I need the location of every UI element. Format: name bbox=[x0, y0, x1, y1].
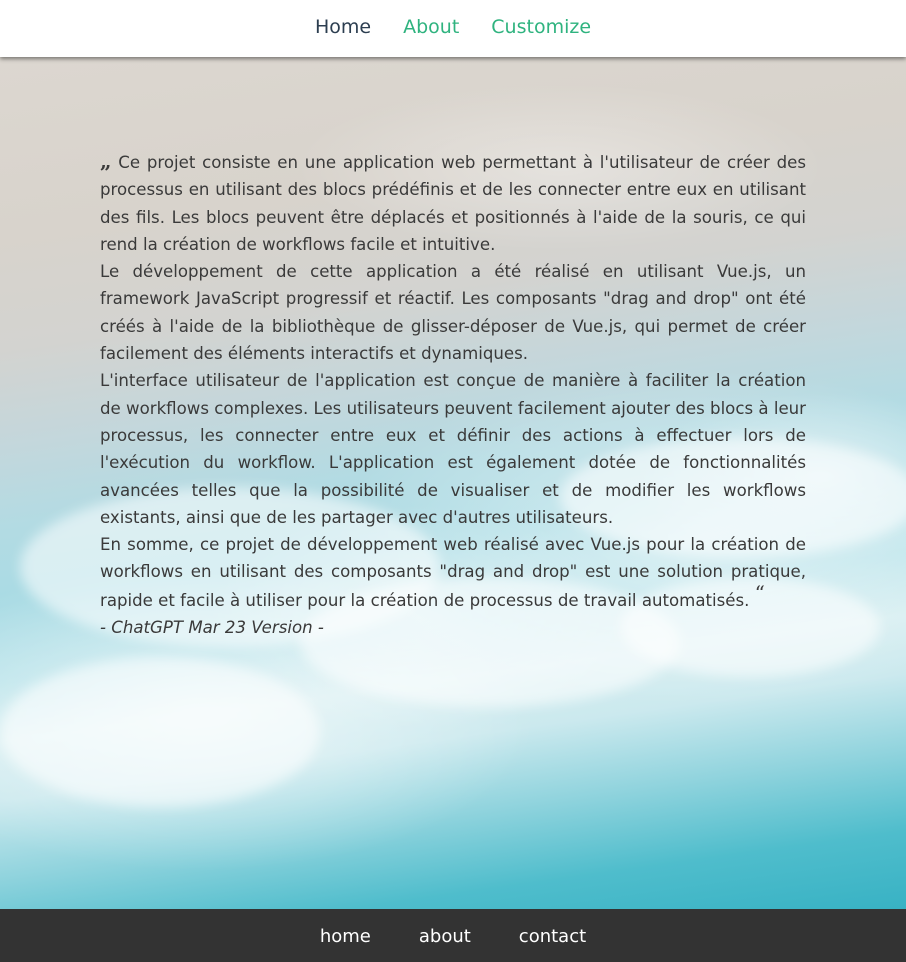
quote-paragraph-2: Le développement de cette application a … bbox=[100, 262, 806, 364]
nav-customize-link[interactable]: Customize bbox=[491, 16, 591, 38]
close-quote-mark: “ bbox=[754, 580, 765, 605]
footer-contact-link[interactable]: contact bbox=[519, 926, 586, 947]
footer: home about contact bbox=[0, 909, 906, 962]
top-navigation: Home About Customize bbox=[0, 0, 906, 57]
nav-home-link[interactable]: Home bbox=[315, 16, 371, 38]
footer-about-link[interactable]: about bbox=[419, 926, 471, 947]
project-description-quote: „ Ce projet consiste en une application … bbox=[100, 148, 806, 641]
quote-paragraph-1: „ Ce projet consiste en une application … bbox=[100, 149, 806, 254]
quote-paragraph-3: L'interface utilisateur de l'application… bbox=[100, 371, 806, 527]
quote-paragraph-4: En somme, ce projet de développement web… bbox=[100, 535, 806, 610]
open-quote-mark: „ bbox=[100, 149, 112, 173]
page: Home About Customize „ Ce projet consist… bbox=[0, 0, 906, 962]
footer-home-link[interactable]: home bbox=[320, 926, 371, 947]
nav-about-link[interactable]: About bbox=[403, 16, 459, 38]
quote-author: - ChatGPT Mar 23 Version - bbox=[100, 618, 324, 638]
